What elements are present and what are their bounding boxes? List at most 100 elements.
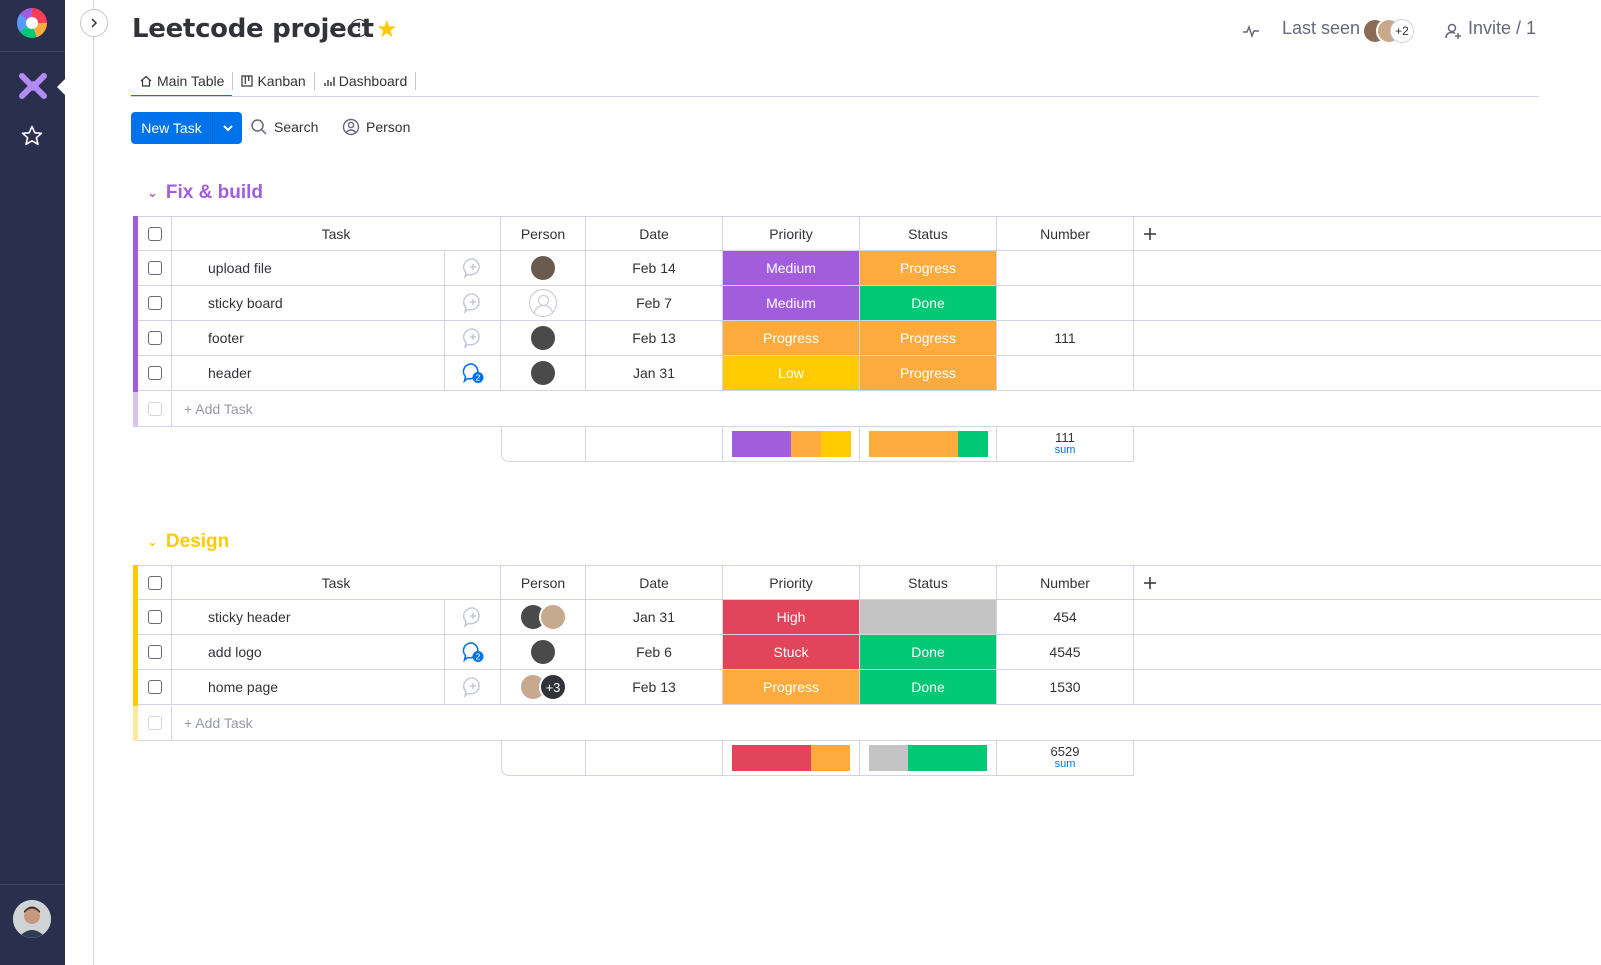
task-name[interactable]: header <box>172 356 445 391</box>
number-cell[interactable]: 111 <box>997 321 1134 356</box>
select-all-cell[interactable] <box>138 565 172 600</box>
comment-cell[interactable] <box>445 321 501 356</box>
priority-distribution-bar[interactable] <box>731 745 851 771</box>
number-cell[interactable] <box>997 251 1134 286</box>
add-comment-icon[interactable] <box>462 327 484 349</box>
add-comment-icon[interactable] <box>462 292 484 314</box>
column-header-number[interactable]: Number <box>997 216 1134 251</box>
table-row[interactable]: add logo 2 Feb 6 Stuck Done 4545 <box>133 635 1601 670</box>
priority-cell[interactable]: Stuck <box>723 635 860 670</box>
select-all-checkbox[interactable] <box>147 575 162 590</box>
priority-distribution-bar[interactable] <box>731 431 851 457</box>
priority-cell[interactable]: Medium <box>723 286 860 321</box>
column-header-date[interactable]: Date <box>586 565 723 600</box>
task-name[interactable]: home page <box>172 670 445 705</box>
row-checkbox[interactable] <box>147 680 162 694</box>
priority-summary-cell[interactable] <box>723 427 860 462</box>
table-row[interactable]: header 2 Jan 31 Low Progress <box>133 356 1601 391</box>
table-row[interactable]: upload file Feb 14 Medium Progress <box>133 251 1601 286</box>
row-select-cell[interactable] <box>138 670 172 705</box>
table-row[interactable]: sticky board Feb 7 Medium Done <box>133 286 1601 321</box>
priority-cell[interactable]: High <box>723 600 860 635</box>
person-cell[interactable] <box>501 251 586 286</box>
status-cell[interactable]: Progress <box>860 251 997 286</box>
user-avatar[interactable] <box>13 900 51 938</box>
comment-cell[interactable] <box>445 670 501 705</box>
app-logo[interactable] <box>17 8 47 38</box>
task-name[interactable]: sticky header <box>172 600 445 635</box>
priority-cell[interactable]: Low <box>723 356 860 391</box>
group-header-fix-build[interactable]: ⌄ Fix & build <box>147 182 263 204</box>
expand-panel-button[interactable] <box>80 9 108 37</box>
status-distribution-bar[interactable] <box>868 745 988 771</box>
row-select-cell[interactable] <box>138 286 172 321</box>
add-task-row[interactable]: + Add Task <box>133 392 1601 427</box>
status-cell[interactable] <box>860 600 997 635</box>
add-comment-icon[interactable] <box>462 676 484 698</box>
star-icon[interactable]: ★ <box>376 15 398 44</box>
new-task-label[interactable]: New Task <box>131 112 213 144</box>
date-cell[interactable]: Jan 31 <box>586 356 723 391</box>
person-cell[interactable] <box>501 635 586 670</box>
add-person-icon[interactable] <box>1444 22 1462 40</box>
row-checkbox[interactable] <box>147 645 162 659</box>
date-cell[interactable]: Feb 14 <box>586 251 723 286</box>
task-name[interactable]: add logo <box>172 635 445 670</box>
comment-cell[interactable]: 2 <box>445 356 501 391</box>
plus-icon[interactable] <box>1142 226 1158 242</box>
tab-dashboard[interactable]: Dashboard <box>315 66 416 96</box>
comment-count-icon[interactable]: 2 <box>462 362 484 384</box>
add-task-input[interactable]: + Add Task <box>172 706 1601 741</box>
chevron-down-icon[interactable]: ⌄ <box>147 534 158 550</box>
column-header-person[interactable]: Person <box>501 216 586 251</box>
comment-cell[interactable] <box>445 600 501 635</box>
group-name[interactable]: Design <box>166 531 229 553</box>
status-summary-cell[interactable] <box>860 427 997 462</box>
row-select-cell[interactable] <box>138 600 172 635</box>
number-cell[interactable] <box>997 356 1134 391</box>
status-cell[interactable]: Done <box>860 286 997 321</box>
row-checkbox[interactable] <box>147 366 162 380</box>
comment-cell[interactable] <box>445 251 501 286</box>
column-header-priority[interactable]: Priority <box>723 565 860 600</box>
row-checkbox[interactable] <box>147 296 162 310</box>
date-cell[interactable]: Feb 6 <box>586 635 723 670</box>
priority-cell[interactable]: Progress <box>723 321 860 356</box>
column-header-status[interactable]: Status <box>860 216 997 251</box>
add-comment-icon[interactable] <box>462 257 484 279</box>
priority-cell[interactable]: Medium <box>723 251 860 286</box>
table-row[interactable]: home page +3 Feb 13 Progress Done 1530 <box>133 670 1601 705</box>
status-cell[interactable]: Progress <box>860 356 997 391</box>
person-filter-button[interactable]: Person <box>342 118 410 136</box>
person-cell[interactable] <box>501 321 586 356</box>
search-button[interactable]: Search <box>250 118 318 136</box>
status-distribution-bar[interactable] <box>868 431 988 457</box>
table-row[interactable]: sticky header Jan 31 High 454 <box>133 600 1601 635</box>
row-select-cell[interactable] <box>138 635 172 670</box>
add-comment-icon[interactable] <box>462 606 484 628</box>
number-cell[interactable]: 4545 <box>997 635 1134 670</box>
comment-count-icon[interactable]: 2 <box>462 641 484 663</box>
last-seen-label[interactable]: Last seen <box>1282 18 1360 39</box>
info-icon[interactable]: ! <box>350 19 368 37</box>
row-select-cell[interactable] <box>138 251 172 286</box>
new-task-dropdown[interactable] <box>213 112 242 144</box>
status-cell[interactable]: Done <box>860 635 997 670</box>
number-summary-cell[interactable]: 111 sum <box>997 427 1134 462</box>
workspace-icon[interactable] <box>18 72 48 100</box>
row-checkbox[interactable] <box>147 331 162 345</box>
row-checkbox[interactable] <box>147 261 162 275</box>
task-name[interactable]: sticky board <box>172 286 445 321</box>
board-title[interactable]: Leetcode project <box>132 14 374 44</box>
priority-summary-cell[interactable] <box>723 741 860 776</box>
new-task-button[interactable]: New Task <box>131 112 242 144</box>
group-header-design[interactable]: ⌄ Design <box>147 531 229 553</box>
task-name[interactable]: upload file <box>172 251 445 286</box>
number-cell[interactable]: 1530 <box>997 670 1134 705</box>
status-summary-cell[interactable] <box>860 741 997 776</box>
row-select-cell[interactable] <box>138 321 172 356</box>
column-header-task[interactable]: Task <box>172 216 501 251</box>
date-cell[interactable]: Feb 13 <box>586 670 723 705</box>
select-all-cell[interactable] <box>138 216 172 251</box>
column-header-person[interactable]: Person <box>501 565 586 600</box>
